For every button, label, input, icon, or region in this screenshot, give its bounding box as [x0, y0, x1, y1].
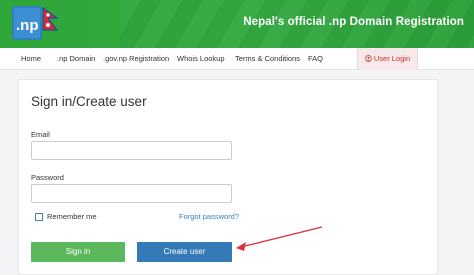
- sign-in-button[interactable]: Sign in: [31, 242, 125, 262]
- main-nav: Home .np Domain .gov.np Registration Who…: [0, 48, 474, 70]
- remember-me-checkbox[interactable]: [35, 213, 43, 221]
- nav-terms-conditions[interactable]: Terms & Conditions: [235, 48, 300, 70]
- user-icon: [364, 55, 372, 62]
- user-login-button[interactable]: User Login: [357, 48, 418, 70]
- nav-gov-np-registration[interactable]: .gov.np Registration: [103, 48, 169, 70]
- password-field[interactable]: [31, 184, 232, 203]
- np-logo-icon[interactable]: .np: [12, 4, 60, 42]
- forgot-password-link[interactable]: Forgot password?: [179, 212, 239, 221]
- password-label: Password: [31, 173, 64, 182]
- nav-whois-lookup[interactable]: Whois Lookup: [177, 48, 225, 70]
- email-label: Email: [31, 130, 50, 139]
- signin-card: Sign in/Create user Email Password Remem…: [18, 79, 438, 275]
- page-title: Sign in/Create user: [31, 94, 147, 109]
- nav-np-domain[interactable]: .np Domain: [57, 48, 95, 70]
- email-field[interactable]: [31, 141, 232, 160]
- nav-home[interactable]: Home: [21, 48, 41, 70]
- user-login-label: User Login: [373, 54, 411, 63]
- site-header: .np Nepal's official .np Domain Registra…: [0, 0, 474, 48]
- remember-me-label[interactable]: Remember me: [47, 212, 97, 221]
- site-title: Nepal's official .np Domain Registration: [243, 16, 464, 28]
- nav-faq[interactable]: FAQ: [308, 48, 323, 70]
- create-user-button[interactable]: Create user: [137, 242, 232, 262]
- logo-text: .np: [16, 17, 39, 34]
